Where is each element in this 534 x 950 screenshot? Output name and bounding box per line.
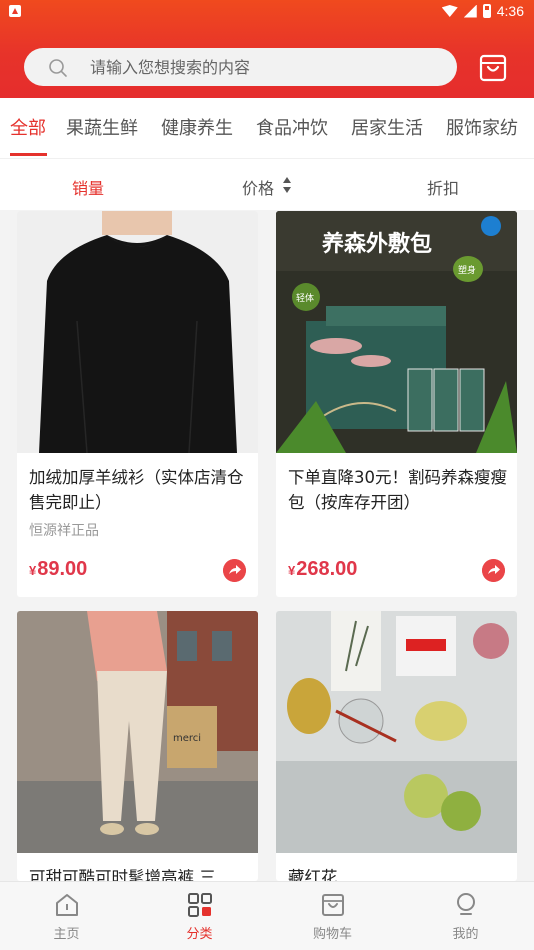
sort-bar: 销量 价格 折扣	[0, 158, 534, 210]
nav-label: 主页	[53, 927, 80, 942]
product-card[interactable]: merci 可甜可酷可时髦增高裤 三	[17, 611, 258, 881]
product-title[interactable]: 藏红花	[288, 865, 508, 881]
product-price: ¥268.00	[288, 558, 357, 581]
cart-bag-icon[interactable]	[478, 52, 508, 84]
share-arrow-icon[interactable]	[482, 559, 505, 582]
product-price: ¥89.00	[29, 558, 87, 581]
status-bar: 4:36	[0, 0, 534, 24]
sort-sales[interactable]: 销量	[72, 175, 104, 199]
sort-discount[interactable]: 折扣	[427, 175, 459, 199]
active-tab-indicator	[10, 153, 47, 156]
bottom-nav: 主页 分类 购物车 我的	[0, 881, 534, 950]
sort-price[interactable]: 价格	[242, 175, 274, 199]
tab-all[interactable]: 全部	[10, 114, 46, 140]
share-arrow-icon[interactable]	[223, 559, 246, 582]
product-card[interactable]: 养森外敷包 轻体 塑身 下单直降30元！割码养森瘦瘦包（按库存开团） ¥268.…	[276, 211, 517, 597]
currency-symbol: ¥	[288, 563, 296, 578]
nav-label: 分类	[186, 927, 213, 942]
product-title[interactable]: 可甜可酷可时髦增高裤 三	[29, 865, 249, 881]
price-value: 89.00	[37, 558, 88, 580]
nav-profile[interactable]: 我的	[399, 882, 532, 950]
search-input[interactable]	[90, 48, 440, 86]
tab-apparel[interactable]: 服饰家纺	[446, 114, 518, 140]
image-caption: 养森外敷包	[321, 231, 432, 257]
status-time: 4:36	[496, 3, 524, 19]
product-card[interactable]: 藏红花	[276, 611, 517, 881]
tab-fruit-veg[interactable]: 果蔬生鲜	[66, 114, 138, 140]
image-badge: 塑身	[458, 264, 476, 276]
product-image-sweater[interactable]	[17, 211, 258, 453]
nav-cart[interactable]: 购物车	[266, 882, 399, 950]
product-title[interactable]: 下单直降30元！割码养森瘦瘦包（按库存开团）	[288, 465, 508, 515]
price-value: 268.00	[296, 558, 358, 580]
search-box[interactable]	[24, 48, 457, 86]
wifi-icon	[441, 5, 458, 17]
tab-home-living[interactable]: 居家生活	[351, 114, 423, 140]
sort-arrows-icon	[283, 177, 291, 193]
product-image-wrap-pack[interactable]: 养森外敷包 轻体 塑身	[276, 211, 517, 453]
cart-icon	[322, 894, 344, 916]
nav-label: 我的	[452, 927, 479, 942]
image-badge: 轻体	[296, 292, 314, 304]
tab-health[interactable]: 健康养生	[161, 114, 233, 140]
battery-icon	[482, 4, 491, 18]
product-card[interactable]: 加绒加厚羊绒衫（实体店清仓售完即止） 恒源祥正品 ¥89.00	[17, 211, 258, 597]
currency-symbol: ¥	[29, 563, 37, 578]
category-icon	[188, 893, 212, 917]
signal-icon	[463, 4, 477, 18]
product-subtitle: 恒源祥正品	[29, 523, 99, 539]
header: 4:36	[0, 0, 534, 98]
nav-label: 购物车	[312, 927, 352, 942]
profile-icon	[457, 893, 475, 915]
product-image-saffron[interactable]	[276, 611, 517, 853]
search-icon	[49, 59, 67, 77]
home-icon	[56, 894, 78, 916]
product-image-pants[interactable]: merci	[17, 611, 258, 853]
status-icons: 4:36	[441, 3, 524, 19]
bag-print: merci	[173, 733, 201, 744]
tab-food-drink[interactable]: 食品冲饮	[256, 114, 328, 140]
product-title[interactable]: 加绒加厚羊绒衫（实体店清仓售完即止）	[29, 465, 249, 515]
app-notification-icon	[9, 5, 21, 17]
nav-category[interactable]: 分类	[133, 882, 266, 950]
nav-home[interactable]: 主页	[0, 882, 133, 950]
category-tabs: 全部 果蔬生鲜 健康养生 食品冲饮 居家生活 服饰家纺	[0, 98, 534, 158]
